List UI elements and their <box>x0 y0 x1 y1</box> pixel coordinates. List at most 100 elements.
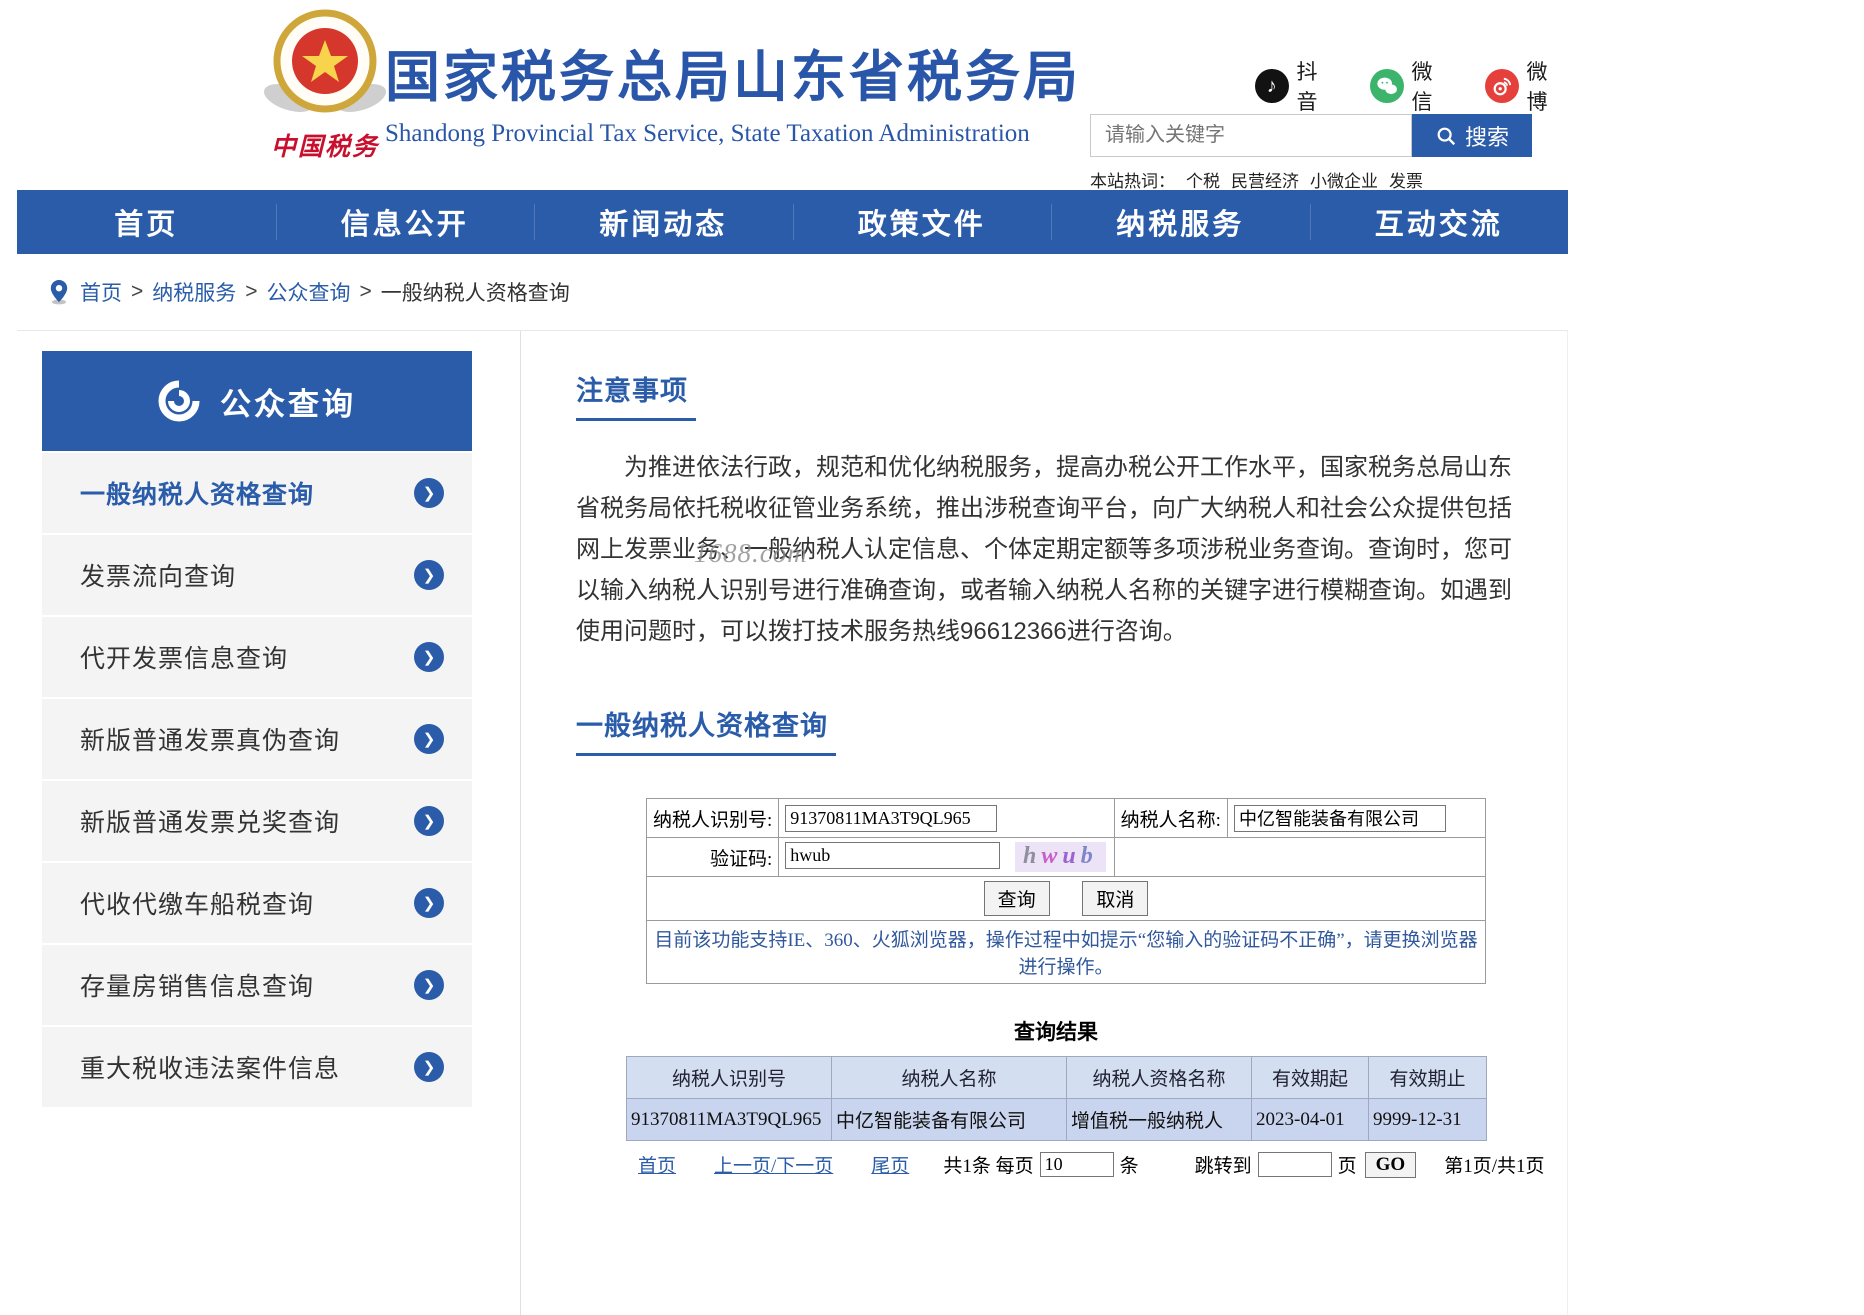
page-title: 国家税务总局山东省税务局 <box>385 46 1082 108</box>
taxpayer-name-label: 纳税人名称: <box>1113 798 1228 838</box>
hot-word-link[interactable]: 民营经济 <box>1231 167 1299 192</box>
go-button[interactable]: GO <box>1364 1151 1417 1178</box>
sidebar-item-housing-sales-info[interactable]: 存量房销售信息查询 ❯ <box>42 945 472 1025</box>
search-icon <box>1437 127 1456 145</box>
results-header-row: 纳税人识别号 纳税人名称 纳税人资格名称 有效期起 有效期止 <box>626 1056 1487 1099</box>
cell-taxpayer-id: 91370811MA3T9QL965 <box>626 1098 832 1141</box>
cancel-button[interactable]: 取消 <box>1082 881 1149 916</box>
search-button[interactable]: 搜索 <box>1412 114 1532 157</box>
search-input[interactable] <box>1090 114 1412 157</box>
breadcrumb-public-query[interactable]: 公众查询 <box>267 277 351 307</box>
pagination-prev-next-link[interactable]: 上一页/下一页 <box>714 1151 833 1178</box>
douyin-link[interactable]: ♪ 抖音 <box>1255 56 1338 116</box>
sidebar-item-general-taxpayer[interactable]: 一般纳税人资格查询 ❯ <box>42 453 472 533</box>
hot-word-link[interactable]: 小微企业 <box>1310 167 1378 192</box>
captcha-label: 验证码: <box>645 837 780 877</box>
weibo-link[interactable]: 微博 <box>1485 56 1568 116</box>
nav-item-info-disclosure[interactable]: 信息公开 <box>275 190 535 254</box>
sidebar-item-major-tax-violation[interactable]: 重大税收违法案件信息 ❯ <box>42 1027 472 1107</box>
per-page-suffix: 条 <box>1119 1156 1139 1177</box>
jump-label: 跳转到 <box>1194 1156 1252 1177</box>
column-header: 纳税人资格名称 <box>1066 1056 1252 1099</box>
sidebar: 公众查询 一般纳税人资格查询 ❯ 发票流向查询 ❯ 代开发票信息查询 ❯ 新版普… <box>42 351 472 1107</box>
wechat-icon <box>1370 69 1404 103</box>
page: 中国税务 国家税务总局山东省税务局 Shandong Provincial Ta… <box>17 0 1568 1315</box>
sidebar-item-label: 新版普通发票真伪查询 <box>80 727 341 755</box>
site-search: 搜索 <box>1090 114 1532 157</box>
taxpayer-id-input[interactable] <box>785 804 998 832</box>
nav-item-tax-service[interactable]: 纳税服务 <box>1051 190 1310 254</box>
pagination-last-link[interactable]: 尾页 <box>871 1151 909 1178</box>
chevron-right-icon: ❯ <box>414 806 444 836</box>
query-title: 一般纳税人资格查询 <box>576 704 836 756</box>
tax-emblem-icon <box>263 9 387 113</box>
breadcrumb-separator: > <box>131 280 144 303</box>
site-header: 中国税务 国家税务总局山东省税务局 Shandong Provincial Ta… <box>17 0 1568 192</box>
form-buttons-row: 查询 取消 <box>646 876 1486 921</box>
query-button[interactable]: 查询 <box>983 881 1050 916</box>
sidebar-item-label: 代开发票信息查询 <box>80 645 289 673</box>
sidebar-item-label: 发票流向查询 <box>80 563 237 591</box>
sidebar-header: 公众查询 <box>42 351 472 451</box>
form-empty-cell <box>1113 837 1487 877</box>
watermark: 1688.com <box>694 538 808 568</box>
chevron-right-icon: ❯ <box>414 478 444 508</box>
breadcrumb-tax-service[interactable]: 纳税服务 <box>152 277 236 307</box>
chevron-right-icon: ❯ <box>414 642 444 672</box>
wechat-link[interactable]: 微信 <box>1370 56 1453 116</box>
title-block: 国家税务总局山东省税务局 Shandong Provincial Tax Ser… <box>385 32 1081 148</box>
per-page-input[interactable] <box>1039 1152 1114 1177</box>
main-nav: 首页 信息公开 新闻动态 政策文件 纳税服务 互动交流 <box>17 190 1568 254</box>
public-query-icon <box>158 380 200 422</box>
nav-item-policy[interactable]: 政策文件 <box>792 190 1052 254</box>
breadcrumb-separator: > <box>359 280 372 303</box>
breadcrumb-home[interactable]: 首页 <box>80 277 122 307</box>
weibo-icon <box>1485 69 1519 103</box>
browser-notice: 目前该功能支持IE、360、火狐浏览器，操作过程中如提示“您输入的验证码不正确”… <box>646 920 1486 984</box>
sidebar-item-label: 一般纳税人资格查询 <box>80 481 315 509</box>
nav-item-news[interactable]: 新闻动态 <box>534 190 793 254</box>
site-logo: 中国税务 <box>250 6 400 166</box>
logo-text: 中国税务 <box>270 133 379 161</box>
results-title: 查询结果 <box>1014 1020 1098 1044</box>
jump-page-input[interactable] <box>1257 1152 1332 1177</box>
sidebar-list: 一般纳税人资格查询 ❯ 发票流向查询 ❯ 代开发票信息查询 ❯ 新版普通发票真伪… <box>42 453 472 1107</box>
column-header: 纳税人识别号 <box>626 1056 832 1099</box>
cell-valid-from: 2023-04-01 <box>1251 1098 1369 1141</box>
captcha-input[interactable] <box>785 842 1001 870</box>
chevron-right-icon: ❯ <box>414 1052 444 1082</box>
social-links: ♪ 抖音 微信 微博 <box>1255 56 1568 116</box>
sidebar-item-new-invoice-authenticity[interactable]: 新版普通发票真伪查询 ❯ <box>42 699 472 779</box>
chevron-right-icon: ❯ <box>414 888 444 918</box>
douyin-icon: ♪ <box>1255 69 1289 103</box>
page-subtitle: Shandong Provincial Tax Service, State T… <box>385 120 1030 147</box>
sidebar-item-invoice-flow[interactable]: 发票流向查询 ❯ <box>42 535 472 615</box>
sidebar-item-label: 代收代缴车船税查询 <box>80 891 315 919</box>
pagination: 首页 上一页/下一页 尾页 共1条 每页 条 跳转到 页 GO 第1页/共1页 <box>626 1151 1544 1178</box>
nav-item-interaction[interactable]: 互动交流 <box>1309 190 1569 254</box>
content: 公众查询 一般纳税人资格查询 ❯ 发票流向查询 ❯ 代开发票信息查询 ❯ 新版普… <box>17 330 1568 1315</box>
main-panel: 注意事项 为推进依法行政，规范和优化纳税服务，提高办税公开工作水平，国家税务总局… <box>520 331 1567 1315</box>
sidebar-item-vehicle-vessel-tax[interactable]: 代收代缴车船税查询 ❯ <box>42 863 472 943</box>
sidebar-column: 公众查询 一般纳税人资格查询 ❯ 发票流向查询 ❯ 代开发票信息查询 ❯ 新版普… <box>17 331 520 1315</box>
weibo-label: 微博 <box>1526 61 1548 114</box>
pagination-total-label: 共1条 每页 <box>943 1156 1034 1177</box>
column-header: 有效期止 <box>1368 1056 1487 1099</box>
hot-word-link[interactable]: 个税 <box>1186 167 1220 192</box>
cell-taxpayer-name: 中亿智能装备有限公司 <box>831 1098 1067 1141</box>
sidebar-item-label: 新版普通发票兑奖查询 <box>80 809 341 837</box>
breadcrumb-current: 一般纳税人资格查询 <box>380 282 570 305</box>
breadcrumb: 首页 > 纳税服务 > 公众查询 > 一般纳税人资格查询 <box>17 254 1568 330</box>
taxpayer-name-input[interactable] <box>1233 804 1446 832</box>
nav-item-home[interactable]: 首页 <box>17 190 276 254</box>
sidebar-item-invoice-issue-info[interactable]: 代开发票信息查询 ❯ <box>42 617 472 697</box>
hot-word-link[interactable]: 发票 <box>1389 167 1423 192</box>
sidebar-item-new-invoice-lottery[interactable]: 新版普通发票兑奖查询 ❯ <box>42 781 472 861</box>
pagination-first-link[interactable]: 首页 <box>638 1151 676 1178</box>
page-info: 第1页/共1页 <box>1444 1156 1545 1177</box>
chevron-right-icon: ❯ <box>414 970 444 1000</box>
cell-valid-to: 9999-12-31 <box>1368 1098 1487 1141</box>
breadcrumb-separator: > <box>245 280 258 303</box>
taxpayer-id-label: 纳税人识别号: <box>645 798 780 838</box>
sidebar-item-label: 重大税收违法案件信息 <box>80 1055 341 1083</box>
